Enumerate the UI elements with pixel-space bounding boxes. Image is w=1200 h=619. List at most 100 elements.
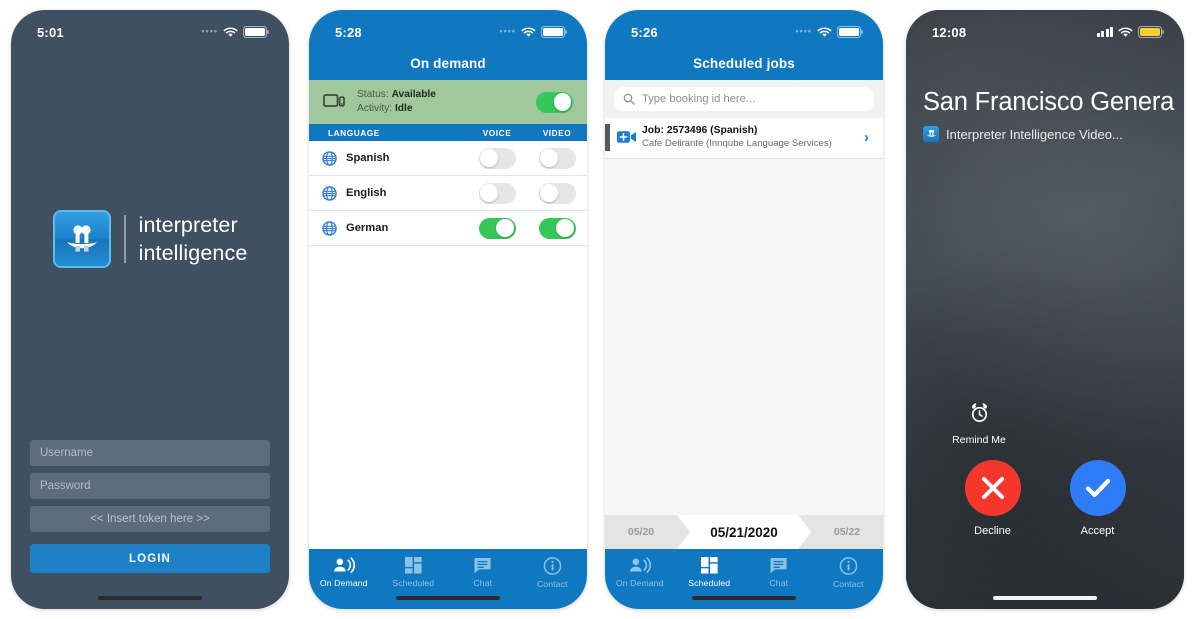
- page-title: On demand: [410, 56, 486, 71]
- availability-text: Status: Available Activity: Idle: [357, 88, 524, 115]
- tab-label: Scheduled: [688, 578, 731, 588]
- language-row: Spanish: [309, 141, 587, 176]
- tab-chat[interactable]: Chat: [744, 549, 814, 609]
- call-actions: Decline Accept: [906, 460, 1184, 537]
- language-row: German: [309, 211, 587, 246]
- accept-label: Accept: [1080, 525, 1115, 537]
- job-title: Job: 2573496 (Spanish): [642, 125, 758, 136]
- interpreter-intelligence-logo-icon: [52, 210, 111, 268]
- caller-app-row: Interpreter Intelligence Video...: [923, 126, 1184, 142]
- wifi-icon: [1118, 26, 1133, 37]
- status-line: Status: Available: [357, 88, 524, 102]
- status-bar-icons: [1096, 26, 1165, 38]
- password-input[interactable]: [30, 473, 270, 499]
- column-header-language: LANGUAGE: [328, 127, 380, 138]
- signal-dots-icon: ••••: [499, 25, 516, 36]
- video-toggle[interactable]: [538, 147, 576, 169]
- availability-toggle[interactable]: [536, 91, 573, 113]
- caller-name: San Francisco Genera: [923, 88, 1175, 116]
- tab-label: On Demand: [319, 578, 368, 588]
- tab-label: Chat: [473, 578, 493, 588]
- status-bar: 5:28 ••••: [309, 10, 587, 50]
- remind-me-label: Remind Me: [952, 434, 1006, 446]
- availability-panel: Status: Available Activity: Idle: [309, 80, 587, 124]
- search-icon: [623, 93, 635, 105]
- wifi-icon: [817, 26, 832, 37]
- info-circle-icon: [839, 557, 858, 575]
- language-name-cell: Spanish: [309, 150, 467, 166]
- remind-me-button[interactable]: Remind Me: [944, 403, 1014, 446]
- date-prev[interactable]: 05/20: [605, 526, 677, 538]
- status-label: Status:: [357, 89, 389, 101]
- job-list-item[interactable]: Job: 2573496 (Spanish) Cafe Delirante (I…: [605, 118, 883, 159]
- tab-bar: On Demand Scheduled Chat Contact: [309, 549, 587, 609]
- date-next[interactable]: 05/22: [811, 526, 883, 538]
- battery-icon: [541, 26, 568, 38]
- interpreter-intelligence-logo-icon: [923, 126, 939, 142]
- status-bar-time: 12:08: [932, 24, 967, 40]
- video-toggle[interactable]: [538, 182, 576, 204]
- search-placeholder: Type booking id here...: [642, 93, 756, 105]
- accept-button[interactable]: Accept: [1069, 460, 1126, 537]
- globe-icon: [322, 150, 337, 166]
- monitor-icon: [323, 94, 345, 107]
- search-bar-container: Type booking id here...: [605, 80, 883, 118]
- grid-icon: [700, 557, 718, 574]
- alarm-clock-icon: [971, 403, 987, 423]
- chat-bubble-icon: [474, 558, 491, 574]
- date-current[interactable]: 05/21/2020: [677, 515, 811, 549]
- status-bar: 12:08: [906, 10, 1184, 50]
- tab-scheduled[interactable]: Scheduled: [675, 549, 745, 609]
- voice-toggle[interactable]: [478, 217, 516, 239]
- globe-icon: [322, 185, 337, 201]
- person-speaking-icon: [333, 557, 355, 573]
- language-row: English: [309, 176, 587, 211]
- tab-chat[interactable]: Chat: [448, 549, 518, 609]
- job-subtitle: Cafe Delirante (Innqube Language Service…: [642, 137, 832, 149]
- job-icon-cell: [610, 130, 642, 144]
- tab-label: Contact: [832, 579, 864, 589]
- home-indicator: [396, 596, 500, 600]
- language-label: German: [346, 222, 389, 234]
- username-input[interactable]: [30, 440, 270, 466]
- logo-line-1: interpreter: [138, 212, 238, 237]
- tab-label: Contact: [536, 579, 568, 589]
- screenshot-canvas: 5:01 •••• interpreter intelligence Usern…: [0, 0, 1200, 619]
- tab-on-demand[interactable]: On Demand: [605, 549, 675, 609]
- login-button[interactable]: LOGIN: [30, 544, 270, 573]
- tab-scheduled[interactable]: Scheduled: [379, 549, 449, 609]
- video-toggle-cell: [527, 182, 587, 204]
- app-logo: interpreter intelligence: [11, 210, 289, 268]
- status-bar: 5:26 ••••: [605, 10, 883, 50]
- language-label: English: [346, 187, 387, 199]
- page-title: Scheduled jobs: [693, 56, 795, 71]
- voice-toggle[interactable]: [478, 147, 516, 169]
- home-indicator: [98, 596, 202, 600]
- navigation-bar: 5:26 •••• Scheduled jobs: [605, 10, 883, 80]
- voice-toggle-cell: [467, 147, 527, 169]
- navigation-bar: 5:28 •••• On demand: [309, 10, 587, 80]
- status-bar: 5:01 ••••: [11, 10, 289, 50]
- wifi-icon: [223, 26, 238, 37]
- tab-on-demand[interactable]: On Demand: [309, 549, 379, 609]
- home-indicator: [692, 596, 796, 600]
- wifi-icon: [521, 26, 536, 37]
- voice-toggle[interactable]: [478, 182, 516, 204]
- status-value: Available: [391, 89, 436, 101]
- search-input[interactable]: Type booking id here...: [614, 87, 874, 111]
- tab-contact[interactable]: Contact: [814, 549, 884, 609]
- decline-label: Decline: [974, 525, 1011, 537]
- tab-contact[interactable]: Contact: [518, 549, 588, 609]
- logo-wordmark: interpreter intelligence: [139, 211, 248, 268]
- tab-bar: On Demand Scheduled Chat Contact: [605, 549, 883, 609]
- status-bar-time: 5:01: [37, 24, 64, 40]
- chevron-right-icon: ›: [864, 128, 869, 146]
- token-field[interactable]: << Insert token here >>: [30, 506, 270, 532]
- decline-button[interactable]: Decline: [964, 460, 1021, 537]
- video-toggle[interactable]: [538, 217, 576, 239]
- status-bar-time: 5:26: [631, 24, 658, 40]
- activity-label: Activity:: [357, 103, 393, 114]
- caller-info: San Francisco Genera Interpreter Intelli…: [923, 88, 1184, 142]
- language-list: Spanish English German: [309, 141, 587, 246]
- tab-label: Chat: [769, 578, 789, 588]
